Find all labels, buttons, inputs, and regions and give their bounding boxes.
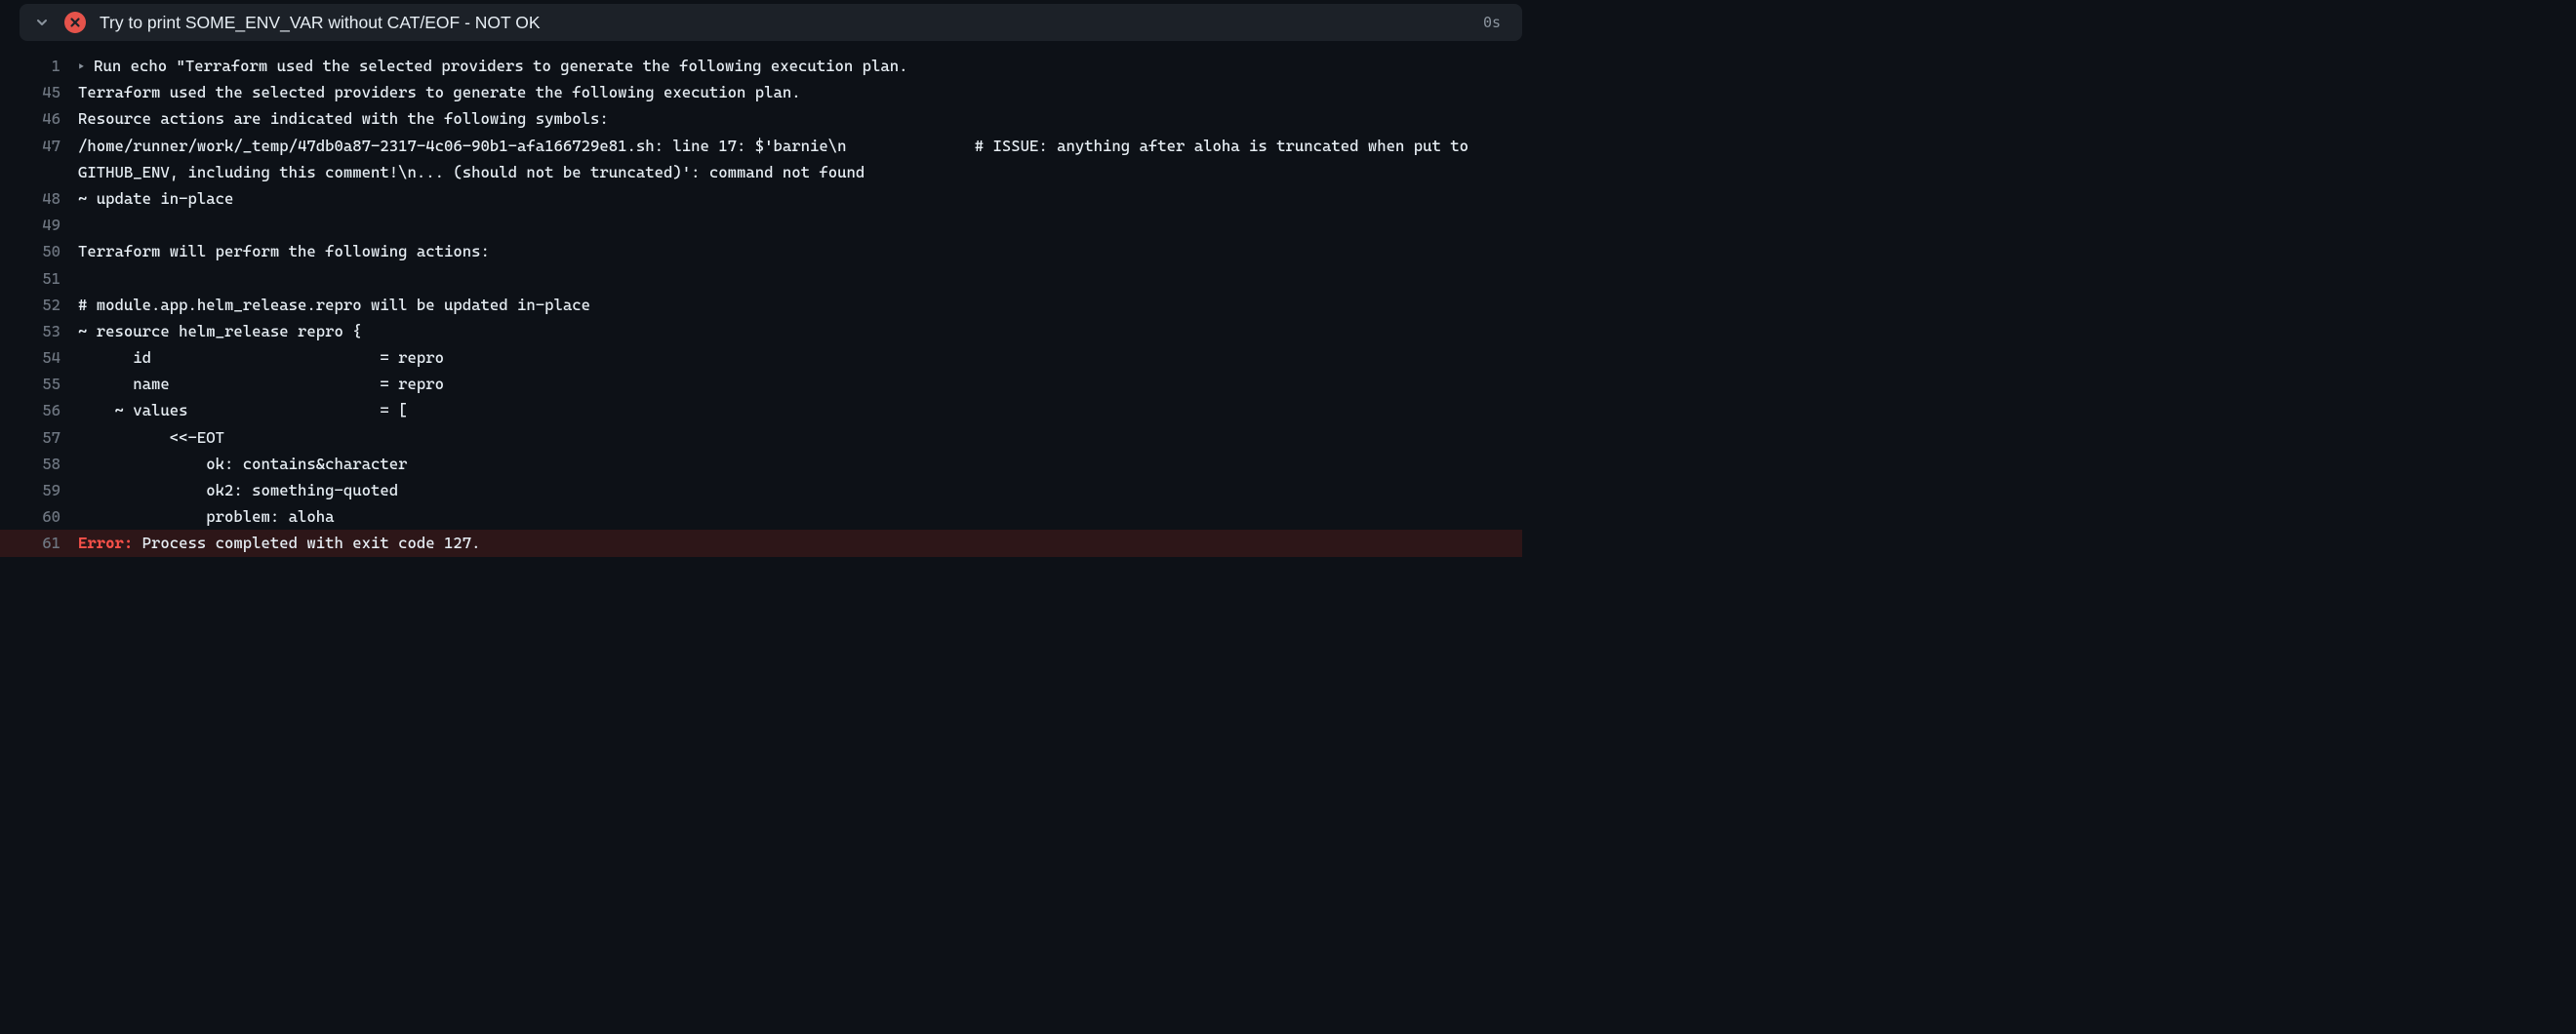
log-line[interactable]: 49	[41, 212, 1522, 238]
line-content: problem: aloha	[78, 503, 1522, 530]
log-line[interactable]: 60 problem: aloha	[41, 503, 1522, 530]
log-line[interactable]: 1Run echo "Terraform used the selected p…	[41, 53, 1522, 79]
line-content: ~ update in-place	[78, 185, 1522, 212]
log-line[interactable]: 52# module.app.helm_release.repro will b…	[41, 292, 1522, 318]
line-number[interactable]: 45	[41, 79, 78, 105]
line-number[interactable]: 60	[41, 503, 78, 530]
line-number[interactable]: 61	[41, 530, 78, 556]
line-number[interactable]: 48	[41, 185, 78, 212]
log-line[interactable]: 45Terraform used the selected providers …	[41, 79, 1522, 105]
line-content: Terraform used the selected providers to…	[78, 79, 1522, 105]
log-line[interactable]: 57 <<-EOT	[41, 424, 1522, 451]
line-number[interactable]: 51	[41, 265, 78, 292]
log-line[interactable]: 47/home/runner/work/_temp/47db0a87-2317-…	[41, 133, 1522, 185]
log-line[interactable]: 58 ok: contains&character	[41, 451, 1522, 477]
log-line[interactable]: 50Terraform will perform the following a…	[41, 238, 1522, 264]
line-content: ~ values = [	[78, 397, 1522, 423]
line-number[interactable]: 50	[41, 238, 78, 264]
log-line[interactable]: 46Resource actions are indicated with th…	[41, 105, 1522, 132]
line-content: ok2: something-quoted	[78, 477, 1522, 503]
step-title: Try to print SOME_ENV_VAR without CAT/EO…	[100, 13, 1469, 33]
line-number[interactable]: 53	[41, 318, 78, 344]
line-content: <<-EOT	[78, 424, 1522, 451]
log-output: 1Run echo "Terraform used the selected p…	[20, 49, 1522, 557]
step-duration: 0s	[1483, 14, 1509, 31]
line-content: Terraform will perform the following act…	[78, 238, 1522, 264]
line-number[interactable]: 55	[41, 371, 78, 397]
line-number[interactable]: 1	[41, 53, 78, 79]
line-content: /home/runner/work/_temp/47db0a87-2317-4c…	[78, 133, 1522, 185]
error-label: Error:	[78, 534, 133, 552]
line-content: name = repro	[78, 371, 1522, 397]
line-number[interactable]: 49	[41, 212, 78, 238]
log-line[interactable]: 56 ~ values = [	[41, 397, 1522, 423]
error-status-icon	[64, 12, 86, 33]
chevron-down-icon[interactable]	[33, 14, 51, 31]
line-text: Process completed with exit code 127.	[133, 534, 480, 552]
line-number[interactable]: 56	[41, 397, 78, 423]
line-content: ~ resource helm_release repro {	[78, 318, 1522, 344]
log-line[interactable]: 51	[41, 265, 1522, 292]
line-number[interactable]: 58	[41, 451, 78, 477]
line-content: id = repro	[78, 344, 1522, 371]
log-line[interactable]: 55 name = repro	[41, 371, 1522, 397]
line-number[interactable]: 47	[41, 133, 78, 159]
log-line[interactable]: 59 ok2: something-quoted	[41, 477, 1522, 503]
log-line[interactable]: 61Error: Process completed with exit cod…	[0, 530, 1522, 556]
step-header[interactable]: Try to print SOME_ENV_VAR without CAT/EO…	[20, 4, 1522, 41]
line-number[interactable]: 57	[41, 424, 78, 451]
line-number[interactable]: 59	[41, 477, 78, 503]
log-line[interactable]: 54 id = repro	[41, 344, 1522, 371]
log-line[interactable]: 53~ resource helm_release repro {	[41, 318, 1522, 344]
line-number[interactable]: 52	[41, 292, 78, 318]
log-container: Try to print SOME_ENV_VAR without CAT/EO…	[0, 4, 1522, 557]
line-number[interactable]: 46	[41, 105, 78, 132]
line-content: # module.app.helm_release.repro will be …	[78, 292, 1522, 318]
log-line[interactable]: 48~ update in-place	[41, 185, 1522, 212]
line-content: Error: Process completed with exit code …	[78, 530, 1522, 556]
line-content: Run echo "Terraform used the selected pr…	[78, 53, 1522, 79]
line-number[interactable]: 54	[41, 344, 78, 371]
line-content: ok: contains&character	[78, 451, 1522, 477]
line-content: Resource actions are indicated with the …	[78, 105, 1522, 132]
